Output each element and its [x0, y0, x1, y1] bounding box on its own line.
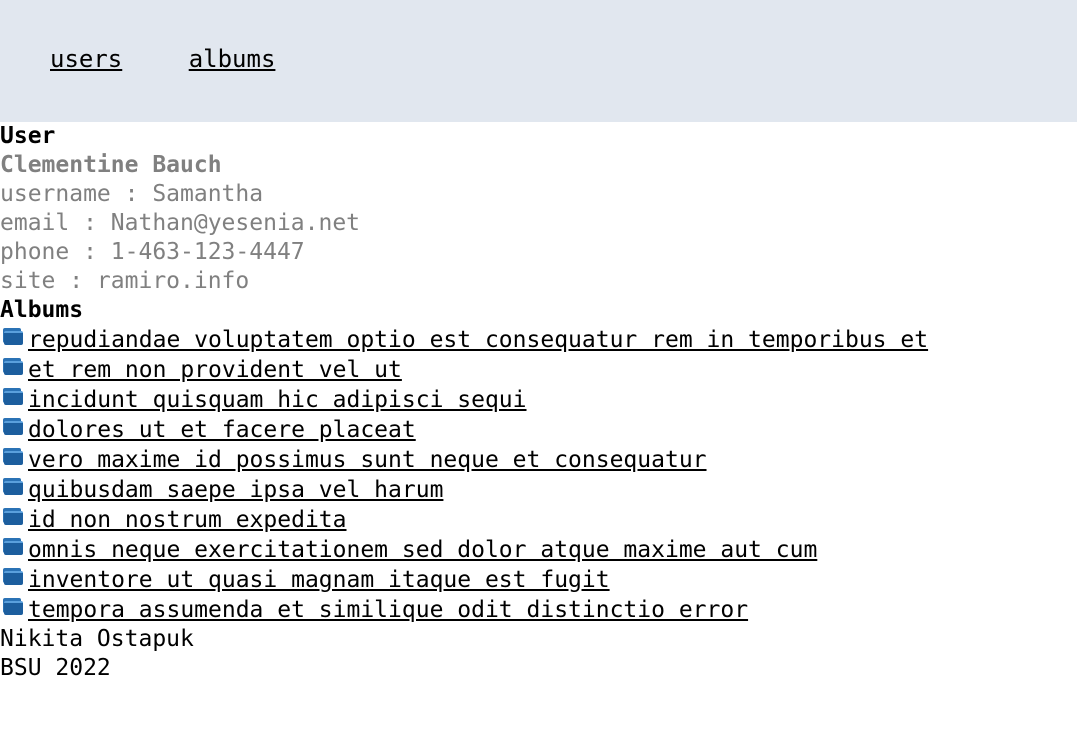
album-link[interactable]: repudiandae voluptatem optio est consequ… — [28, 325, 928, 355]
album-item: incidunt quisquam hic adipisci sequi — [0, 385, 1077, 415]
folder-icon — [3, 538, 24, 555]
folder-icon — [3, 448, 24, 465]
album-link[interactable]: omnis neque exercitationem sed dolor atq… — [28, 535, 817, 565]
album-link[interactable]: tempora assumenda et similique odit dist… — [28, 595, 748, 625]
album-item: tempora assumenda et similique odit dist… — [0, 595, 1077, 625]
folder-icon — [3, 388, 24, 405]
folder-icon — [3, 328, 24, 345]
album-link[interactable]: incidunt quisquam hic adipisci sequi — [28, 385, 527, 415]
album-item: quibusdam saepe ipsa vel harum — [0, 475, 1077, 505]
album-item: omnis neque exercitationem sed dolor atq… — [0, 535, 1077, 565]
albums-section: Albums repudiandae voluptatem optio est … — [0, 296, 1077, 625]
folder-icon — [3, 508, 24, 525]
album-link[interactable]: id non nostrum expedita — [28, 505, 347, 535]
folder-icon — [3, 418, 24, 435]
album-item: et rem non provident vel ut — [0, 355, 1077, 385]
user-section: User Clementine Bauch username : Samanth… — [0, 122, 1077, 296]
user-site: site : ramiro.info — [0, 268, 250, 294]
album-link[interactable]: et rem non provident vel ut — [28, 355, 402, 385]
albums-list: repudiandae voluptatem optio est consequ… — [0, 325, 1077, 625]
top-nav: users albums — [0, 0, 1077, 122]
footer: Nikita Ostapuk BSU 2022 — [0, 625, 1077, 683]
user-name: Clementine Bauch — [0, 152, 222, 178]
folder-icon — [3, 598, 24, 615]
folder-icon — [3, 478, 24, 495]
album-item: dolores ut et facere placeat — [0, 415, 1077, 445]
album-link[interactable]: inventore ut quasi magnam itaque est fug… — [28, 565, 610, 595]
nav-link-albums[interactable]: albums — [189, 45, 276, 73]
album-item: inventore ut quasi magnam itaque est fug… — [0, 565, 1077, 595]
user-section-title: User — [0, 123, 56, 149]
album-link[interactable]: quibusdam saepe ipsa vel harum — [28, 475, 443, 505]
album-link[interactable]: vero maxime id possimus sunt neque et co… — [28, 445, 707, 475]
footer-author: Nikita Ostapuk — [0, 626, 194, 652]
nav-link-users[interactable]: users — [50, 45, 122, 73]
footer-org-year: BSU 2022 — [0, 655, 111, 681]
album-item: id non nostrum expedita — [0, 505, 1077, 535]
album-item: vero maxime id possimus sunt neque et co… — [0, 445, 1077, 475]
album-item: repudiandae voluptatem optio est consequ… — [0, 325, 1077, 355]
folder-icon — [3, 568, 24, 585]
user-phone: phone : 1-463-123-4447 — [0, 239, 305, 265]
album-link[interactable]: dolores ut et facere placeat — [28, 415, 416, 445]
user-username: username : Samantha — [0, 181, 264, 207]
albums-section-title: Albums — [0, 297, 84, 323]
folder-icon — [3, 358, 24, 375]
user-email: email : Nathan@yesenia.net — [0, 210, 361, 236]
